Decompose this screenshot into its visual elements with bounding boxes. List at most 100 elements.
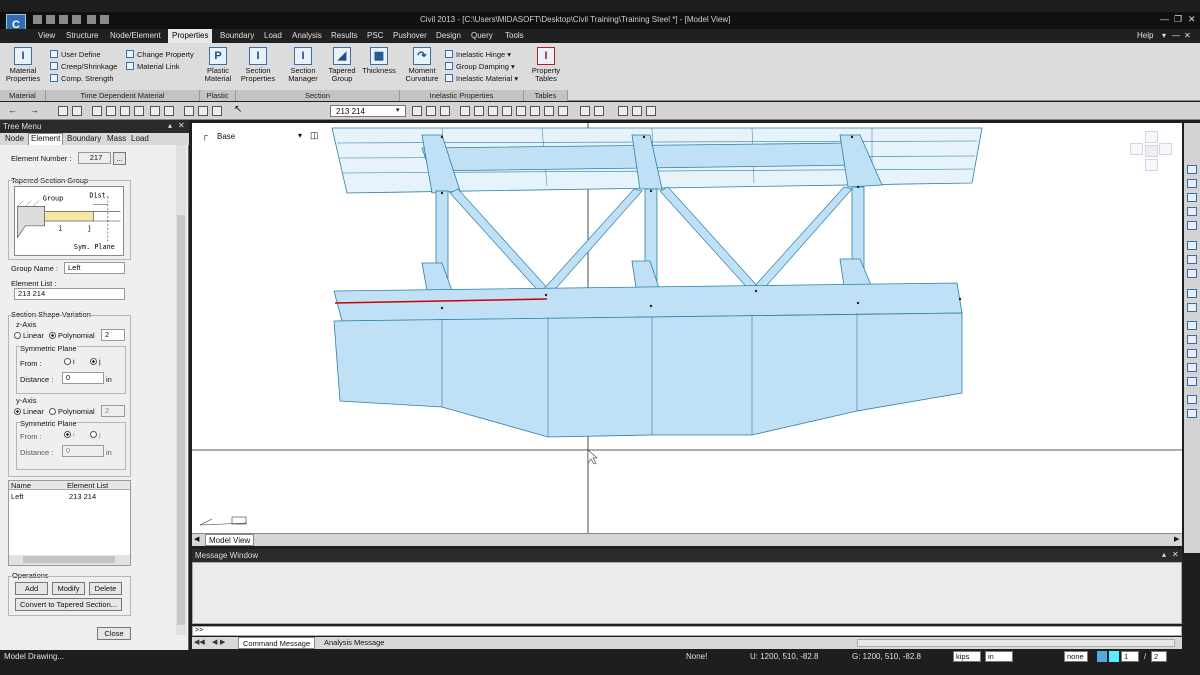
pointer-icon[interactable]: ↖ [234, 104, 242, 115]
tree-scrollbar-thumb[interactable] [177, 215, 185, 625]
view-tab-prev-icon[interactable]: ◀ [194, 535, 199, 543]
y-from-i-radio[interactable]: i [64, 430, 75, 439]
force-unit-select[interactable]: kips [953, 651, 981, 662]
close-icon[interactable]: ✕ [1188, 14, 1196, 25]
menu-design[interactable]: Design [436, 31, 461, 40]
property-tables-button[interactable]: I Property Tables [527, 47, 565, 83]
menu-boundary[interactable]: Boundary [220, 31, 254, 40]
pan-icon[interactable] [488, 106, 498, 116]
select-intersect-icon[interactable] [106, 106, 116, 116]
z-from-j-radio[interactable]: j [90, 357, 101, 366]
display-option-icon[interactable] [632, 106, 642, 116]
y-linear-radio[interactable]: Linear [14, 407, 44, 416]
convert-tapered-button[interactable]: Convert to Tapered Section... [15, 598, 122, 611]
select-all-icon[interactable] [150, 106, 160, 116]
view-cube-face[interactable] [1145, 145, 1158, 157]
user-define-button[interactable]: User Define [50, 50, 101, 59]
msg-tab-prev-icon[interactable]: ◀ [212, 638, 217, 646]
message-horizontal-scrollbar[interactable] [857, 639, 1175, 647]
select-previous-icon[interactable] [184, 106, 194, 116]
page-current-input[interactable]: 1 [1121, 651, 1139, 662]
display-side-icon[interactable] [1187, 395, 1197, 404]
tree-vertical-scrollbar[interactable] [176, 145, 186, 635]
unselect-icon[interactable] [164, 106, 174, 116]
right-side-icon[interactable] [1187, 363, 1197, 372]
horizontal-scrollbar[interactable] [9, 555, 130, 565]
view-tab-next-icon[interactable]: ▶ [1174, 535, 1179, 543]
delete-button[interactable]: Delete [89, 582, 122, 595]
group-damping-button[interactable]: Group Damping ▾ [445, 62, 515, 71]
display-icon[interactable] [618, 106, 628, 116]
menu-properties[interactable]: Properties [168, 29, 213, 43]
change-property-button[interactable]: Change Property [126, 50, 194, 59]
bottom-side-icon[interactable] [1187, 377, 1197, 386]
menu-psc[interactable]: PSC [367, 31, 383, 40]
inelastic-hinge-button[interactable]: Inelastic Hinge ▾ [445, 50, 511, 59]
front-view-icon[interactable] [544, 106, 554, 116]
material-link-button[interactable]: Material Link [126, 62, 180, 71]
view-cube-face[interactable] [1130, 143, 1143, 155]
z-order-stepper[interactable]: 2 [101, 329, 125, 341]
group-name-input[interactable]: Left [64, 262, 125, 274]
y-from-j-radio[interactable]: j [90, 430, 101, 439]
message-pin-icon[interactable]: ▴ [1162, 550, 1166, 559]
top-side-icon[interactable] [1187, 303, 1197, 312]
menu-results[interactable]: Results [331, 31, 358, 40]
select-icon[interactable] [58, 106, 68, 116]
zoom-in-icon[interactable] [1187, 165, 1197, 174]
zoom-window-side-icon[interactable] [1187, 193, 1197, 202]
activate-icon[interactable] [412, 106, 422, 116]
tab-analysis-message[interactable]: Analysis Message [320, 638, 388, 647]
print-icon[interactable] [87, 15, 96, 24]
iso-side-icon[interactable] [1187, 289, 1197, 298]
tab-model-view[interactable]: Model View [205, 534, 255, 546]
hidden-icon[interactable] [580, 106, 590, 116]
left-side-icon[interactable] [1187, 349, 1197, 358]
activate-all-icon[interactable] [440, 106, 450, 116]
minimize-icon[interactable]: — [1160, 14, 1169, 24]
shrink-icon[interactable] [594, 106, 604, 116]
modify-button[interactable]: Modify [52, 582, 85, 595]
length-unit-select[interactable]: in [985, 651, 1013, 662]
open-file-icon[interactable] [46, 15, 55, 24]
inelastic-material-button[interactable]: Inelastic Material ▾ [445, 74, 518, 83]
tab-load[interactable]: Load [129, 134, 151, 143]
element-number-browse-button[interactable]: ... [113, 152, 126, 165]
z-linear-radio[interactable]: Linear [14, 331, 44, 340]
moment-curvature-button[interactable]: ↷ Moment Curvature [403, 47, 441, 83]
rotate-side-icon[interactable] [1187, 241, 1197, 250]
help-menu[interactable]: Help [1137, 31, 1153, 40]
menu-pushover[interactable]: Pushover [393, 31, 427, 40]
hidden-side-icon[interactable] [1187, 409, 1197, 418]
z-from-i-radio[interactable]: i [64, 357, 75, 366]
menu-load[interactable]: Load [264, 31, 282, 40]
color-toggle-icon[interactable] [1109, 651, 1119, 662]
menu-view[interactable]: View [38, 31, 55, 40]
tab-command-message[interactable]: Command Message [238, 637, 316, 649]
tab-mass[interactable]: Mass [105, 134, 128, 143]
save-icon[interactable] [59, 15, 68, 24]
pin-icon[interactable]: ▴ [168, 121, 172, 130]
y-distance-input[interactable]: 0 [62, 445, 104, 457]
z-polynomial-radio[interactable]: Polynomial [49, 331, 95, 340]
close-button[interactable]: Close [97, 627, 131, 640]
add-button[interactable]: Add [15, 582, 48, 595]
creep-shrinkage-button[interactable]: Creep/Shrinkage [50, 62, 117, 71]
select-identity-icon[interactable] [198, 106, 208, 116]
zoom-window-icon[interactable] [474, 106, 484, 116]
view-cube-face[interactable] [1145, 159, 1158, 171]
tab-element[interactable]: Element [28, 133, 64, 145]
tab-boundary[interactable]: Boundary [65, 134, 103, 143]
select-polygon-icon[interactable] [92, 106, 102, 116]
plastic-material-button[interactable]: P Plastic Material [202, 47, 234, 83]
tree-close-icon[interactable]: ✕ [178, 121, 185, 130]
pan-side-icon[interactable] [1187, 221, 1197, 230]
restore-icon[interactable]: ❐ [1174, 14, 1182, 25]
rotate-icon[interactable] [502, 106, 512, 116]
material-properties-button[interactable]: I Material Properties [4, 47, 42, 83]
save-as-icon[interactable] [72, 15, 81, 24]
message-close-icon[interactable]: ✕ [1172, 550, 1179, 559]
zoom-fit-side-icon[interactable] [1187, 207, 1197, 216]
view-cube[interactable] [1130, 131, 1172, 171]
undo-icon[interactable] [100, 15, 109, 24]
